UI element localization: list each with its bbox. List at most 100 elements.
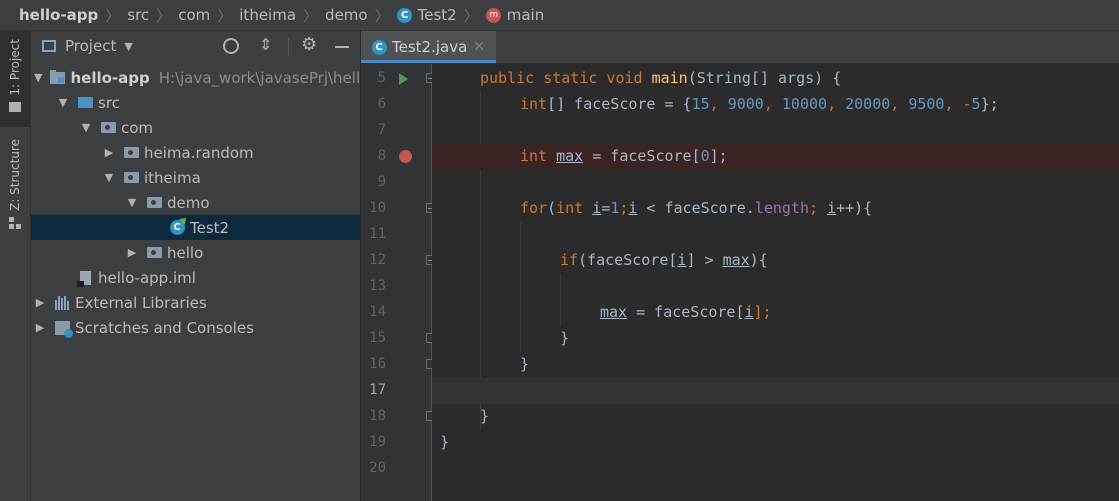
code-line-18: } [480,407,490,425]
tree-item-label: hello-app.iml [98,268,196,287]
line-number: 14 [369,304,386,320]
project-toolbar: Project ▼ ⇕ ⚙ [31,31,360,63]
method-icon: m [486,7,502,23]
gutter-line: 13 [361,274,432,300]
breadcrumb-demo[interactable]: demo [325,6,368,24]
chevron-right-icon: 〉 [303,6,319,25]
chevron-right-icon: 〉 [156,6,172,25]
code-line-17-current [432,378,1119,404]
breadcrumb-main[interactable]: m main [486,6,544,24]
chevron-right-icon: 〉 [463,6,479,25]
breadcrumb-hello-app[interactable]: hello-app [19,6,98,24]
package-icon [146,245,162,261]
line-number: 16 [369,356,386,372]
tab-structure[interactable]: Z: Structure [0,139,30,239]
gutter-line: 18 [361,404,435,430]
project-view-selector[interactable]: Project ▼ [65,37,133,55]
tree-item-label: com [121,118,154,137]
scratches-icon [54,320,73,338]
module-icon [50,69,66,86]
tree-item-label: hello [167,243,204,262]
expand-arrow-icon[interactable]: ▼ [80,121,92,134]
structure-icon [9,216,21,229]
module-path: H:\java_work\javasePrj\hello [158,68,361,87]
code-line-15: } [560,329,570,347]
line-number: 6 [377,96,386,112]
tree-item-label: src [98,93,120,112]
chevron-right-icon: 〉 [374,6,390,25]
gutter-line: 9 [361,170,432,196]
expand-arrow-icon[interactable]: ▼ [126,196,138,209]
project-view-label: Project [65,37,117,55]
chevron-right-icon: 〉 [217,6,233,25]
breadcrumb-main-label: main [506,6,545,24]
line-number: 8 [377,148,386,164]
locate-icon[interactable] [223,38,239,54]
code-line-19: } [440,433,450,451]
java-class-icon: C [169,215,189,236]
tab-test2-java[interactable]: C Test2.java ✕ [361,31,496,63]
line-number: 9 [377,174,386,190]
breadcrumb-com[interactable]: com [178,6,210,24]
close-icon[interactable]: ✕ [473,39,485,55]
collapse-arrow-icon[interactable]: ▶ [103,146,115,159]
breadcrumb-test2[interactable]: C Test2 [397,6,457,24]
package-icon [146,195,162,211]
collapse-arrow-icon[interactable]: ▶ [34,321,46,334]
tree-item-com[interactable]: ▼ com [31,115,360,140]
expand-arrow-icon[interactable]: ▼ [57,96,69,109]
collapse-all-icon[interactable]: ⇕ [259,35,272,54]
breadcrumb-src[interactable]: src [127,6,149,24]
code-line-8: int max = faceScore[0]; [432,144,1119,170]
collapse-arrow-icon[interactable]: ▶ [126,246,138,259]
breadcrumb: hello-app 〉 src 〉 com 〉 itheima 〉 demo 〉… [0,0,1119,31]
tree-item-demo[interactable]: ▼ demo [31,190,360,215]
tree-item-test2[interactable]: C Test2 [31,215,360,240]
tree-item-heima-random[interactable]: ▶ heima.random [31,140,360,165]
expand-arrow-icon[interactable]: ▼ [103,171,115,184]
gutter-line: 17 [361,378,432,404]
editor-tabs: C Test2.java ✕ [361,31,1119,64]
gutter-line: 15 [361,326,435,352]
project-view-icon [42,40,56,52]
breadcrumb-itheima[interactable]: itheima [239,6,296,24]
tab-structure-label: Z: Structure [8,139,22,211]
line-number: 20 [369,460,386,476]
editor-gutter: 5 6 7 8 9 10 11 12 13 14 15 16 17 18 19 … [361,64,435,501]
run-icon[interactable] [399,73,408,85]
package-icon [123,170,139,186]
collapse-arrow-icon[interactable]: ▶ [34,296,46,309]
tree-item-label: hello-app [70,68,150,87]
tree-item-hello-app[interactable]: ▼ hello-app H:\java_work\javasePrj\hello [31,65,361,90]
separator [288,38,289,56]
gutter-line: 14 [361,300,432,326]
tab-label: Test2.java [392,38,468,56]
code-editor[interactable]: public static void main(String[] args) {… [432,64,1119,501]
line-number: 7 [377,122,386,138]
expand-arrow-icon[interactable]: ▼ [34,71,42,84]
line-number: 10 [369,200,386,216]
gutter-line: 20 [361,456,432,482]
tree-item-label: Scratches and Consoles [75,318,254,337]
breakpoint-icon[interactable] [399,150,412,163]
library-icon [54,295,70,311]
tree-item-src[interactable]: ▼ src [31,90,360,115]
package-icon [123,145,139,161]
active-tab-indicator [361,60,496,63]
tree-item-hello[interactable]: ▶ hello [31,240,360,265]
folder-icon [9,101,21,112]
line-number: 5 [377,70,386,86]
tree-item-itheima[interactable]: ▼ itheima [31,165,360,190]
tree-item-hello-app-iml[interactable]: hello-app.iml [31,265,360,290]
iml-file-icon [76,270,93,287]
java-class-icon: C [371,39,387,55]
line-number: 15 [369,330,386,346]
gear-icon[interactable]: ⚙ [301,34,317,55]
tab-project[interactable]: 1: Project [0,31,30,127]
tree-item-scratches[interactable]: ▶ Scratches and Consoles [31,315,360,340]
tree-item-external-libraries[interactable]: ▶ External Libraries [31,290,360,315]
breadcrumb-test2-label: Test2 [417,6,457,24]
hide-panel-icon[interactable] [335,46,349,48]
code-line-16: } [520,355,530,373]
gutter-line: 12 [361,248,435,274]
